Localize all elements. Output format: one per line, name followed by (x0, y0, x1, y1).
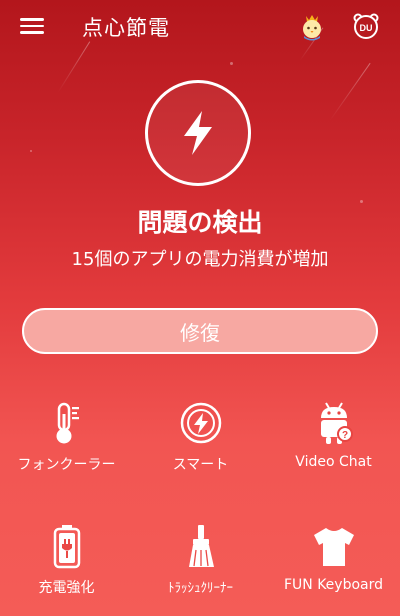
menu-icon[interactable] (18, 14, 46, 40)
tshirt-icon (267, 523, 400, 569)
tile-label: 充電強化 (38, 580, 95, 596)
chick-avatar-icon[interactable] (296, 10, 328, 42)
repair-button[interactable]: 修復 (22, 308, 378, 354)
tile-trash-cleaner[interactable]: ﾄﾗｯｼｭｸﾘｰﾅｰ (134, 523, 267, 616)
app-screen: 点心節電 DU 問題の検出 15個のアプリの電力消費が増加 修復 フォンクーラー… (0, 0, 400, 616)
app-title: 点心節電 (82, 16, 170, 40)
tile-smart[interactable]: スマート (134, 400, 267, 510)
status-subtitle: 15個のアプリの電力消費が増加 (71, 249, 329, 270)
android-robot-icon: ? (267, 400, 400, 446)
tile-label: ﾄﾗｯｼｭｸﾘｰﾅｰ (168, 581, 233, 596)
background-streak (329, 62, 371, 121)
tile-label: FUN Keyboard (283, 577, 384, 593)
background-dot (230, 62, 233, 65)
tile-phone-cooler[interactable]: フォンクーラー (0, 400, 133, 510)
svg-text:?: ? (341, 430, 347, 441)
top-bar: 点心節電 DU (0, 0, 400, 56)
tile-charge-boost[interactable]: 充電強化 (0, 523, 133, 616)
lightning-bolt-icon (184, 111, 212, 155)
tile-label: フォンクーラー (17, 457, 116, 473)
du-bear-icon[interactable]: DU (352, 12, 380, 40)
svg-text:DU: DU (360, 23, 373, 33)
status-ring[interactable] (145, 80, 251, 186)
background-dot (30, 150, 32, 152)
battery-charge-icon (0, 523, 133, 569)
tile-label: Video Chat (295, 454, 372, 470)
smart-bolt-icon (134, 400, 267, 446)
tile-video-chat[interactable]: ? Video Chat (267, 400, 400, 510)
tile-fun-keyboard[interactable]: FUN Keyboard (267, 523, 400, 616)
broom-icon (134, 523, 267, 569)
status-title: 問題の検出 (137, 208, 263, 237)
tile-label: スマート (172, 457, 229, 473)
thermometer-icon (0, 400, 133, 446)
